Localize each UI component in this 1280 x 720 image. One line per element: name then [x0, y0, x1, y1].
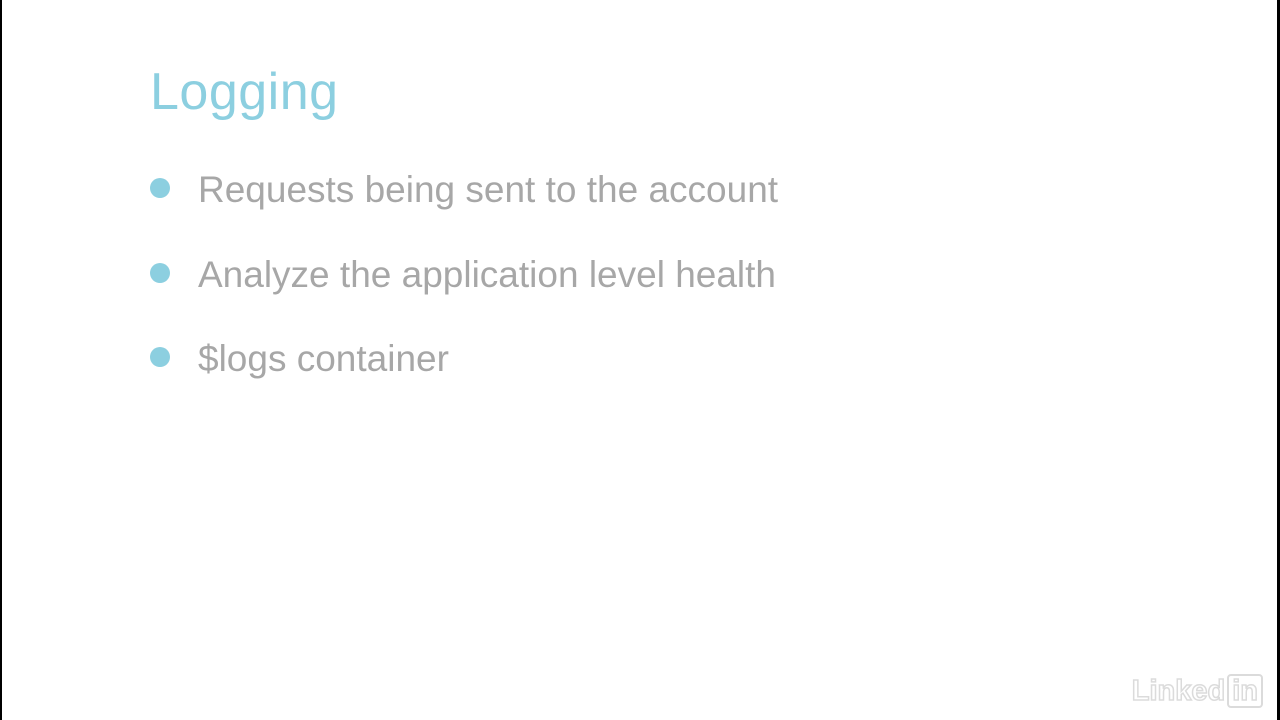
bullet-item: Requests being sent to the account — [150, 148, 778, 233]
bullet-item: $logs container — [150, 317, 778, 402]
bullet-dot-icon — [150, 178, 170, 199]
logo-word: Linked — [1131, 674, 1226, 708]
bullet-text: Analyze the application level health — [198, 253, 776, 295]
linkedin-watermark-logo: Linked in — [1131, 674, 1263, 708]
logo-box: in — [1227, 674, 1263, 708]
bullet-text: $logs container — [198, 338, 449, 380]
slide-title: Logging — [150, 63, 339, 121]
bullet-dot-icon — [150, 262, 170, 283]
bullet-list: Requests being sent to the account Analy… — [150, 148, 778, 402]
bullet-dot-icon — [150, 347, 170, 368]
bullet-text: Requests being sent to the account — [198, 169, 779, 211]
bullet-item: Analyze the application level health — [150, 233, 778, 318]
slide: Logging Requests being sent to the accou… — [2, 0, 1277, 720]
